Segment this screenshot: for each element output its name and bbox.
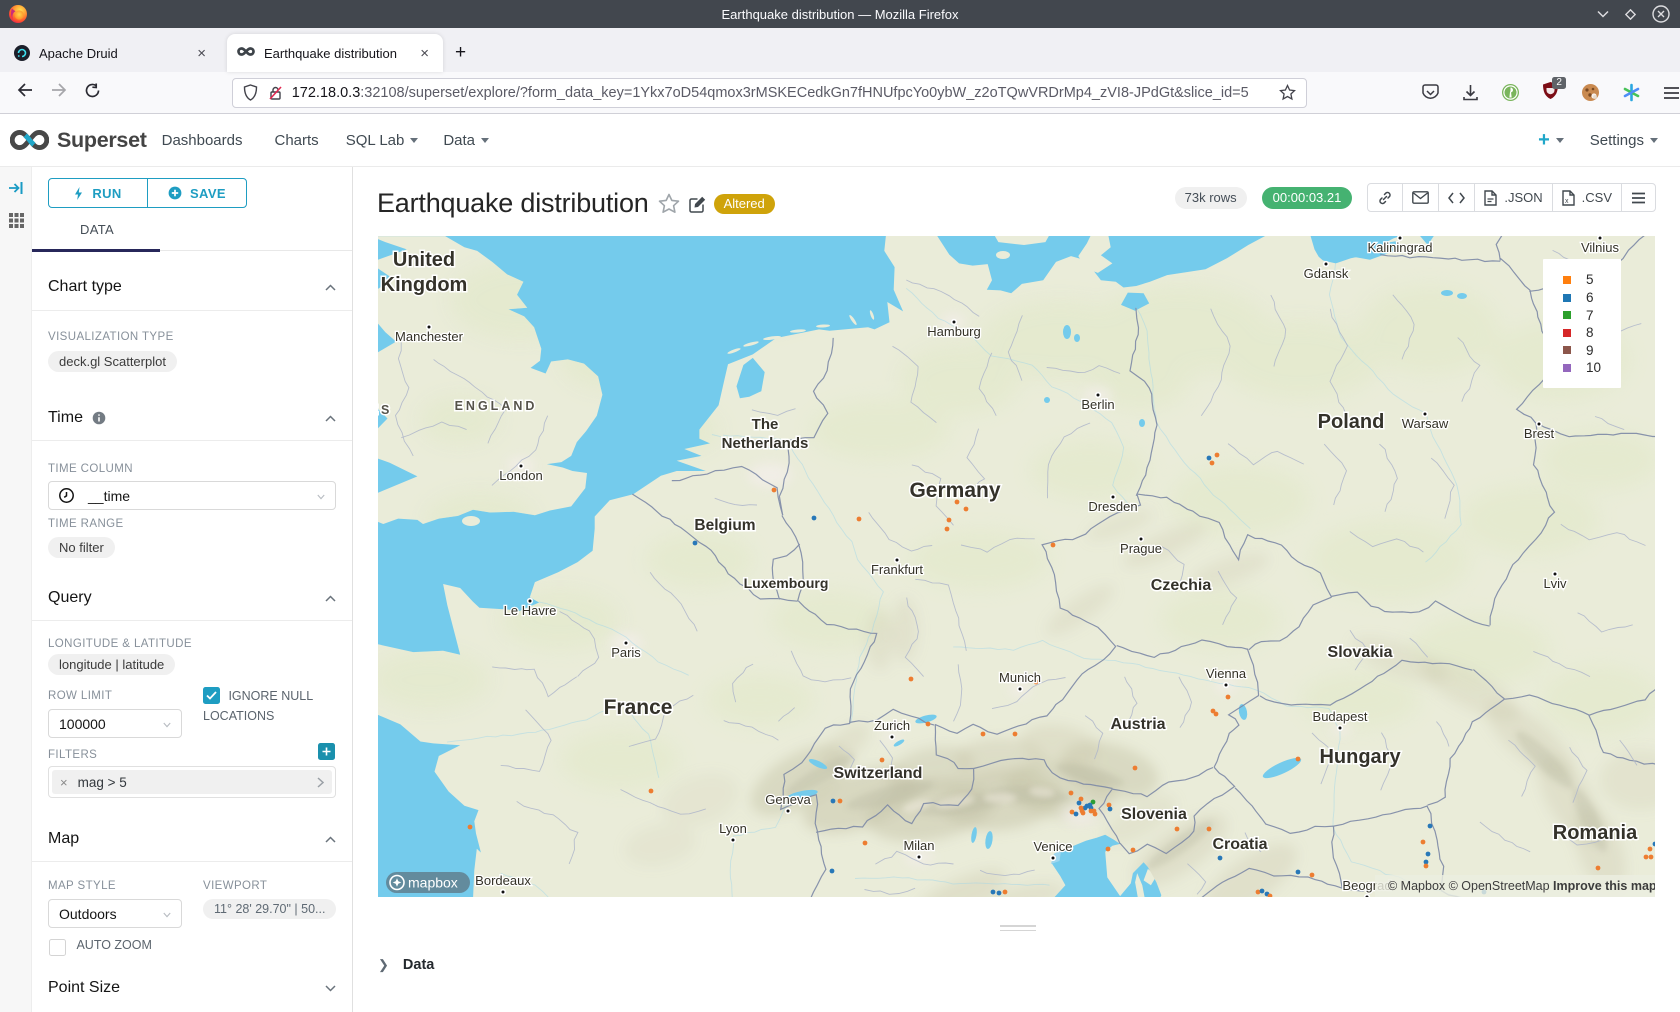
svg-text:Geneva: Geneva [765,792,811,807]
svg-text:Dresden: Dresden [1088,499,1137,514]
svg-text:© Mapbox © OpenStreetMap Impro: © Mapbox © OpenStreetMap Improve this ma… [1388,879,1655,893]
svg-text:London: London [499,468,542,483]
svg-text:Prague: Prague [1120,541,1162,556]
svg-text:Vilnius: Vilnius [1581,240,1620,255]
svg-text:Frankfurt: Frankfurt [871,562,923,577]
svg-text:Kingdom: Kingdom [381,274,468,296]
svg-text:x: x [1565,198,1569,205]
svg-text:Croatia: Croatia [1212,836,1267,853]
svg-text:France: France [604,696,673,719]
svg-text:Budapest: Budapest [1313,709,1368,724]
svg-text:Kaliningrad: Kaliningrad [1367,240,1432,255]
svg-text:7: 7 [1586,308,1594,323]
svg-text:Brest: Brest [1524,426,1555,441]
svg-text:Luxembourg: Luxembourg [744,575,829,591]
svg-text:Netherlands: Netherlands [722,435,809,452]
svg-text:Munich: Munich [999,670,1041,685]
svg-text:Venice: Venice [1033,839,1072,854]
svg-text:ES: ES [378,403,392,417]
svg-text:The: The [752,416,779,433]
svg-text:6: 6 [1586,290,1594,305]
svg-text:ENGLAND: ENGLAND [455,399,538,413]
svg-text:Manchester: Manchester [395,329,464,344]
svg-text:Berlin: Berlin [1081,397,1114,412]
svg-text:United: United [393,249,455,271]
svg-text:Le Havre: Le Havre [504,603,557,618]
svg-text:Switzerland: Switzerland [834,765,923,782]
svg-text:mapbox: mapbox [408,875,458,891]
svg-text:10: 10 [1586,360,1601,375]
svg-text:Milan: Milan [903,838,934,853]
svg-text:Zurich: Zurich [874,718,910,733]
svg-text:Austria: Austria [1110,716,1165,733]
svg-text:Slovenia: Slovenia [1121,806,1187,823]
svg-text:Vienna: Vienna [1206,666,1247,681]
svg-text:Bordeaux: Bordeaux [475,873,531,888]
svg-text:Romania: Romania [1553,822,1638,844]
svg-text:Gdansk: Gdansk [1304,266,1349,281]
svg-text:Warsaw: Warsaw [1402,416,1449,431]
svg-text:Hamburg: Hamburg [927,324,980,339]
svg-text:8: 8 [1586,325,1594,340]
svg-text:Poland: Poland [1318,411,1385,433]
svg-text:Paris: Paris [611,645,641,660]
svg-text:Hungary: Hungary [1319,746,1401,768]
svg-text:Lyon: Lyon [719,821,747,836]
svg-text:9: 9 [1586,343,1594,358]
svg-text:Czechia: Czechia [1151,577,1212,594]
svg-text:Lviv: Lviv [1543,576,1567,591]
svg-text:Slovakia: Slovakia [1328,644,1393,661]
svg-text:Germany: Germany [909,479,1000,502]
svg-text:5: 5 [1586,272,1594,287]
svg-text:Belgium: Belgium [694,517,755,534]
